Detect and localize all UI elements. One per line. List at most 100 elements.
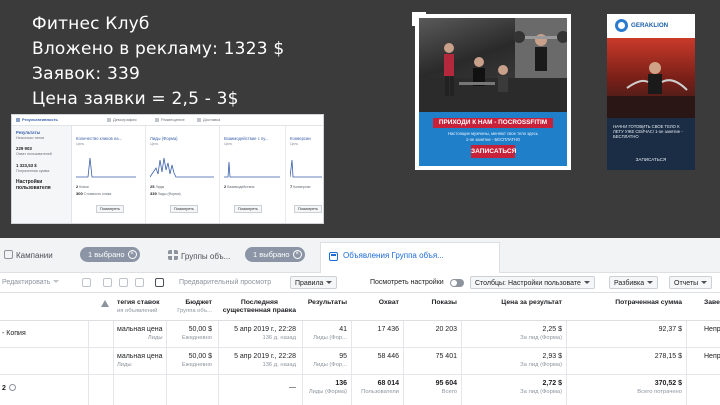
total-amount-spent: 370,52 $ Всего потрачено: [637, 380, 682, 395]
row-budget[interactable]: 50,00 $ Ежедневно: [182, 353, 212, 369]
rules-button[interactable]: Правила: [290, 276, 338, 289]
mini-col-title: Конверсии: [290, 136, 311, 141]
gym-photo-illustration: [419, 18, 567, 112]
level-tabs-bar: Кампании 1 выбрано × Группы объ... 1 выбр…: [0, 238, 720, 273]
mini-col-line1: 7 Конверсии: [290, 184, 311, 189]
row-results: 95 Лиды (Фор...: [313, 353, 347, 368]
col-ends[interactable]: Заве: [704, 299, 720, 307]
duplicate-icon[interactable]: [103, 278, 112, 287]
gym-photo: [419, 18, 567, 112]
mini-report-screenshot: Результативность Демография Размещение Д…: [11, 114, 324, 224]
geraklion-logo-icon: [615, 19, 628, 32]
total-count: 2: [2, 384, 16, 393]
row-cost-per-result: 2,25 $ За лид (Форма): [520, 326, 562, 341]
row-ends: Непре: [704, 353, 720, 360]
col-reach[interactable]: Охват: [379, 299, 399, 307]
headline-line-3: Заявок: 339: [32, 64, 141, 84]
clear-selection-icon[interactable]: ×: [127, 250, 137, 259]
athlete-illustration: [607, 62, 695, 118]
table-row[interactable]: мальная цена Лиды 50,00 $ Ежедневно 5 апр …: [0, 348, 720, 375]
col-last-edit[interactable]: Последняя существенная правка: [223, 299, 296, 315]
delete-icon[interactable]: [82, 278, 91, 287]
redo-icon[interactable]: [135, 278, 144, 287]
row-name[interactable]: - Копия: [2, 330, 26, 338]
view-settings-toggle[interactable]: [450, 279, 464, 287]
mini-view-button-1[interactable]: Посмотреть: [96, 205, 124, 213]
ad1-offer-band: ПРИХОДИ К НАМ - ПОСROSSFITIM Настоящие м…: [419, 112, 567, 166]
total-cost-per-result: 2,72 $ За лид (Форма): [520, 380, 562, 395]
mini-column-clicks: Количество кликов на... Цель 2 Клики 300…: [72, 126, 146, 223]
mini-view-button-4[interactable]: Посмотреть: [294, 205, 322, 213]
mini-col-line1: 25 Лиды: [150, 184, 165, 189]
row-cost-per-result: 2,93 $ За лид (Форма): [520, 353, 562, 368]
mini-view-button-3[interactable]: Посмотреть: [234, 205, 262, 213]
mini-col-title: Количество кликов на...: [76, 136, 123, 141]
columns-button[interactable]: Столбцы: Настройки пользовате: [470, 276, 595, 289]
mini-col-line1: 2 Клики: [76, 184, 89, 189]
presentation-slide: Фитнес Клуб Вложено в рекламу: 1323 $ За…: [0, 0, 720, 238]
mini-reach-label: Охват пользователей: [16, 152, 52, 156]
col-cost-per-result[interactable]: Цена за результат: [501, 299, 562, 307]
row-results: 41 Лиды (Фор...: [313, 326, 347, 341]
preview-button[interactable]: Предварительный просмотр: [179, 276, 271, 289]
col-results[interactable]: Результаты: [308, 299, 347, 307]
mini-results-sub: Несколько типов: [16, 136, 45, 140]
headline-line-2: Вложено в рекламу: 1323 $: [32, 39, 285, 59]
mini-col-line1: 2 Взаимодействия: [224, 184, 255, 189]
adsets-selected-badge[interactable]: 1 выбрано ×: [245, 247, 305, 262]
mini-leads-sparkline: [150, 157, 214, 178]
row-impressions: 20 203: [435, 326, 457, 333]
mini-spend-label: Потраченная сумма: [16, 169, 50, 173]
row-bid: мальная цена Лиды: [117, 353, 163, 368]
edit-button[interactable]: Редактировать: [2, 276, 60, 289]
row-amount-spent: 278,15 $: [654, 353, 682, 360]
breakdown-button[interactable]: Разбивка: [609, 276, 659, 289]
col-impressions[interactable]: Показы: [432, 299, 458, 307]
ad1-text-2: 1-ое занятие - БЕСПЛАТНО: [465, 137, 521, 142]
ad2-logo-text: GERAKLION: [631, 22, 669, 29]
row-bid: мальная цена Лиды: [117, 326, 163, 341]
mini-report-tabs: Результативность Демография Размещение Д…: [12, 115, 323, 126]
row-amount-spent: 92,37 $: [658, 326, 682, 333]
ad2-text: НАЧНИ ГОТОВИТЬ СВОЕ ТЕЛО К ЛЕТУ УЖЕ СЕЙЧ…: [613, 124, 683, 140]
undo-icon[interactable]: [119, 278, 128, 287]
col-bid-strategy[interactable]: тегия ставок ия объявлений: [117, 299, 160, 315]
clear-selection-icon[interactable]: ×: [292, 250, 302, 259]
ad-creative-crossfit: ПРИХОДИ К НАМ - ПОСROSSFITIM Настоящие м…: [415, 14, 571, 170]
mini-col-title: Лиды (Форма): [150, 136, 178, 141]
reports-button[interactable]: Отчеты: [669, 276, 713, 289]
headline-line-4: Цена заявки = 2,5 - 3$: [32, 89, 239, 109]
mini-tab-performance: Результативность: [16, 117, 58, 122]
mini-tab-delivery: Доставка: [197, 117, 220, 122]
ab-test-icon[interactable]: [155, 278, 164, 287]
mini-col-sub: Цель: [224, 142, 233, 146]
info-icon: [8, 384, 16, 391]
row-last-edit: 5 апр 2019 г., 22:28 136 д. назад: [234, 353, 296, 368]
row-last-edit: 5 апр 2019 г., 22:28 136 д. назад: [234, 326, 296, 341]
table-total-row: 2 — 136 Лиды (Форма) 68 014 Пользователи 9…: [0, 375, 720, 404]
col-budget[interactable]: Бюджет Группа объ...: [177, 299, 212, 315]
mini-conversions-sparkline: [290, 159, 322, 178]
ad1-text-1: Настоящие мужчины, меняют свое тело здес…: [447, 131, 539, 136]
view-settings-label: Посмотреть настройки: [370, 279, 444, 286]
tab-ads-label: Объявления Группа объя...: [343, 251, 444, 260]
mini-clicks-sparkline: [76, 157, 136, 178]
campaign-icon: [4, 250, 13, 259]
ad2-logo-bar: GERAKLION: [607, 14, 695, 38]
campaigns-selected-badge[interactable]: 1 выбрано ×: [80, 247, 140, 262]
mini-view-button-2[interactable]: Посмотреть: [170, 205, 198, 213]
tab-ads[interactable]: Объявления Группа объя...: [320, 242, 500, 273]
total-results: 136 Лиды (Форма): [308, 380, 347, 395]
ad1-signup-button[interactable]: ЗАПИСАТЬСЯ: [471, 145, 516, 158]
mini-col-line2: 300 Стоимость клика: [76, 191, 112, 196]
tab-campaigns[interactable]: Кампании: [4, 250, 53, 260]
mini-column-engagement: Взаимодействие с пу... Цель 2 Взаимодейс…: [220, 126, 286, 223]
ad2-signup-button[interactable]: ЗАПИСАТЬСЯ: [607, 157, 695, 162]
table-row[interactable]: - Копия мальная цена Лиды 50,00 $ Ежедневн…: [0, 321, 720, 348]
tab-adsets[interactable]: Группы объ...: [168, 250, 230, 261]
mini-col-line2: 339 Лиды (Форма): [150, 191, 181, 196]
mini-column-conversions: Конверсии Цель 7 Конверсии Посмотреть: [286, 126, 323, 223]
mini-col-sub: Цель: [290, 142, 299, 146]
row-budget[interactable]: 50,00 $ Ежедневно: [182, 326, 212, 342]
col-amount-spent[interactable]: Потраченная сумма: [615, 299, 682, 307]
